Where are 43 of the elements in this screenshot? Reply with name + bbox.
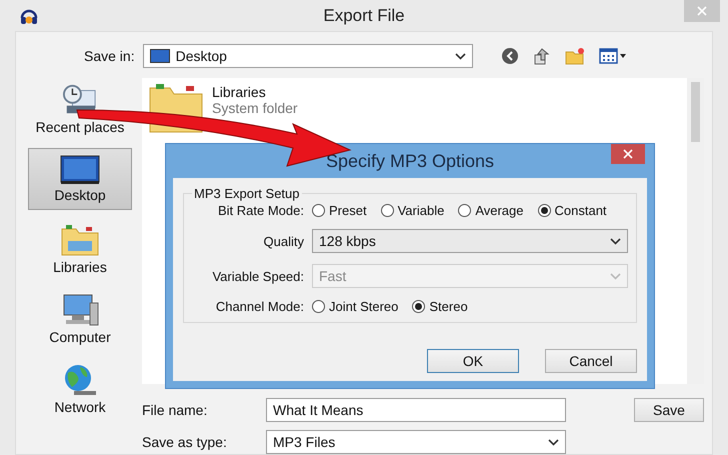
dialog-button[interactable]: OK [427,349,519,373]
radio-option[interactable]: Variable [380,203,444,218]
headphones-icon [20,7,38,25]
place-item[interactable]: Computer [28,288,132,350]
save-in-label: Save in: [84,48,135,64]
new-folder-icon[interactable] [564,47,585,65]
up-folder-icon[interactable] [532,47,551,65]
group-title: MP3 Export Setup [193,186,300,201]
file-name-label: File name: [142,402,208,418]
dropdown-caret-icon [548,438,559,446]
window-title: Export File [323,6,405,26]
radio-option[interactable]: Average [458,203,524,218]
variable-speed-label: Variable Speed: [211,268,304,284]
dropdown-caret-icon [454,52,466,60]
back-icon[interactable] [500,47,519,65]
dialog-title: Specify MP3 Options [326,150,494,172]
save-in-dropdown[interactable]: Desktop [142,44,473,68]
radio-option[interactable]: Constant [538,203,607,218]
file-name-field[interactable]: What It Means [266,398,566,422]
bit-rate-label: Bit Rate Mode: [217,203,304,218]
close-icon [623,149,633,159]
quality-label: Quality [262,234,304,248]
dropdown-caret-icon [610,272,621,280]
place-item[interactable]: Recent places [28,78,132,140]
place-item[interactable]: Desktop [28,148,132,210]
dropdown-caret-icon [610,238,621,244]
save-as-type-dropdown[interactable]: MP3 Files [266,430,566,454]
monitor-icon [60,155,100,185]
close-icon [697,6,707,16]
radio-option[interactable]: Joint Stereo [312,299,398,314]
place-item[interactable]: Network [28,358,132,420]
radio-option[interactable]: Stereo [412,299,468,314]
folder-icon [60,223,100,257]
view-menu-icon[interactable] [598,47,627,65]
place-item[interactable]: Libraries [28,218,132,280]
save-as-type-label: Save as type: [142,434,228,450]
quality-dropdown[interactable]: 128 kbps [312,229,628,253]
close-button[interactable] [611,144,645,164]
monitor-icon [150,49,170,63]
radio-option[interactable]: Preset [312,203,367,218]
dialog-button[interactable]: Cancel [545,349,637,373]
save-button[interactable]: Save [634,398,704,422]
channel-mode-label: Channel Mode: [214,299,304,314]
